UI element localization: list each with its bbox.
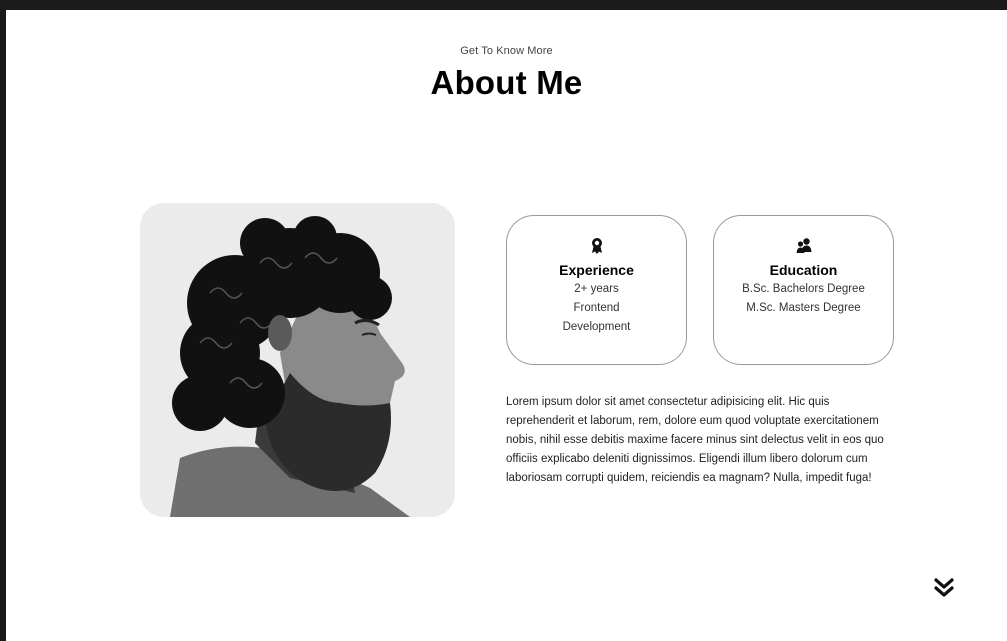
section-header: Get To Know More About Me — [6, 45, 1007, 102]
section-eyebrow: Get To Know More — [460, 45, 553, 57]
experience-details: 2+ years Frontend Development — [507, 280, 686, 337]
experience-line: Development — [562, 321, 631, 333]
education-line: M.Sc. Masters Degree — [746, 302, 861, 314]
users-icon — [794, 236, 814, 256]
award-icon — [587, 236, 607, 256]
section-title: About Me — [430, 64, 583, 101]
double-chevron-down-icon[interactable] — [934, 577, 954, 599]
about-paragraph: Lorem ipsum dolor sit amet consectetur a… — [506, 396, 884, 484]
experience-title: Experience — [559, 262, 634, 278]
education-line: B.Sc. Bachelors Degree — [742, 283, 865, 295]
education-card: Education B.Sc. Bachelors Degree M.Sc. M… — [713, 215, 894, 365]
experience-line: Frontend — [573, 302, 620, 314]
education-details: B.Sc. Bachelors Degree M.Sc. Masters Deg… — [714, 280, 893, 318]
experience-card: Experience 2+ years Frontend Development — [506, 215, 687, 365]
page-frame: Get To Know More About Me Experience 2+ … — [0, 0, 1007, 641]
experience-line: 2+ years — [574, 283, 619, 295]
profile-picture — [140, 203, 455, 517]
education-title: Education — [769, 262, 838, 278]
